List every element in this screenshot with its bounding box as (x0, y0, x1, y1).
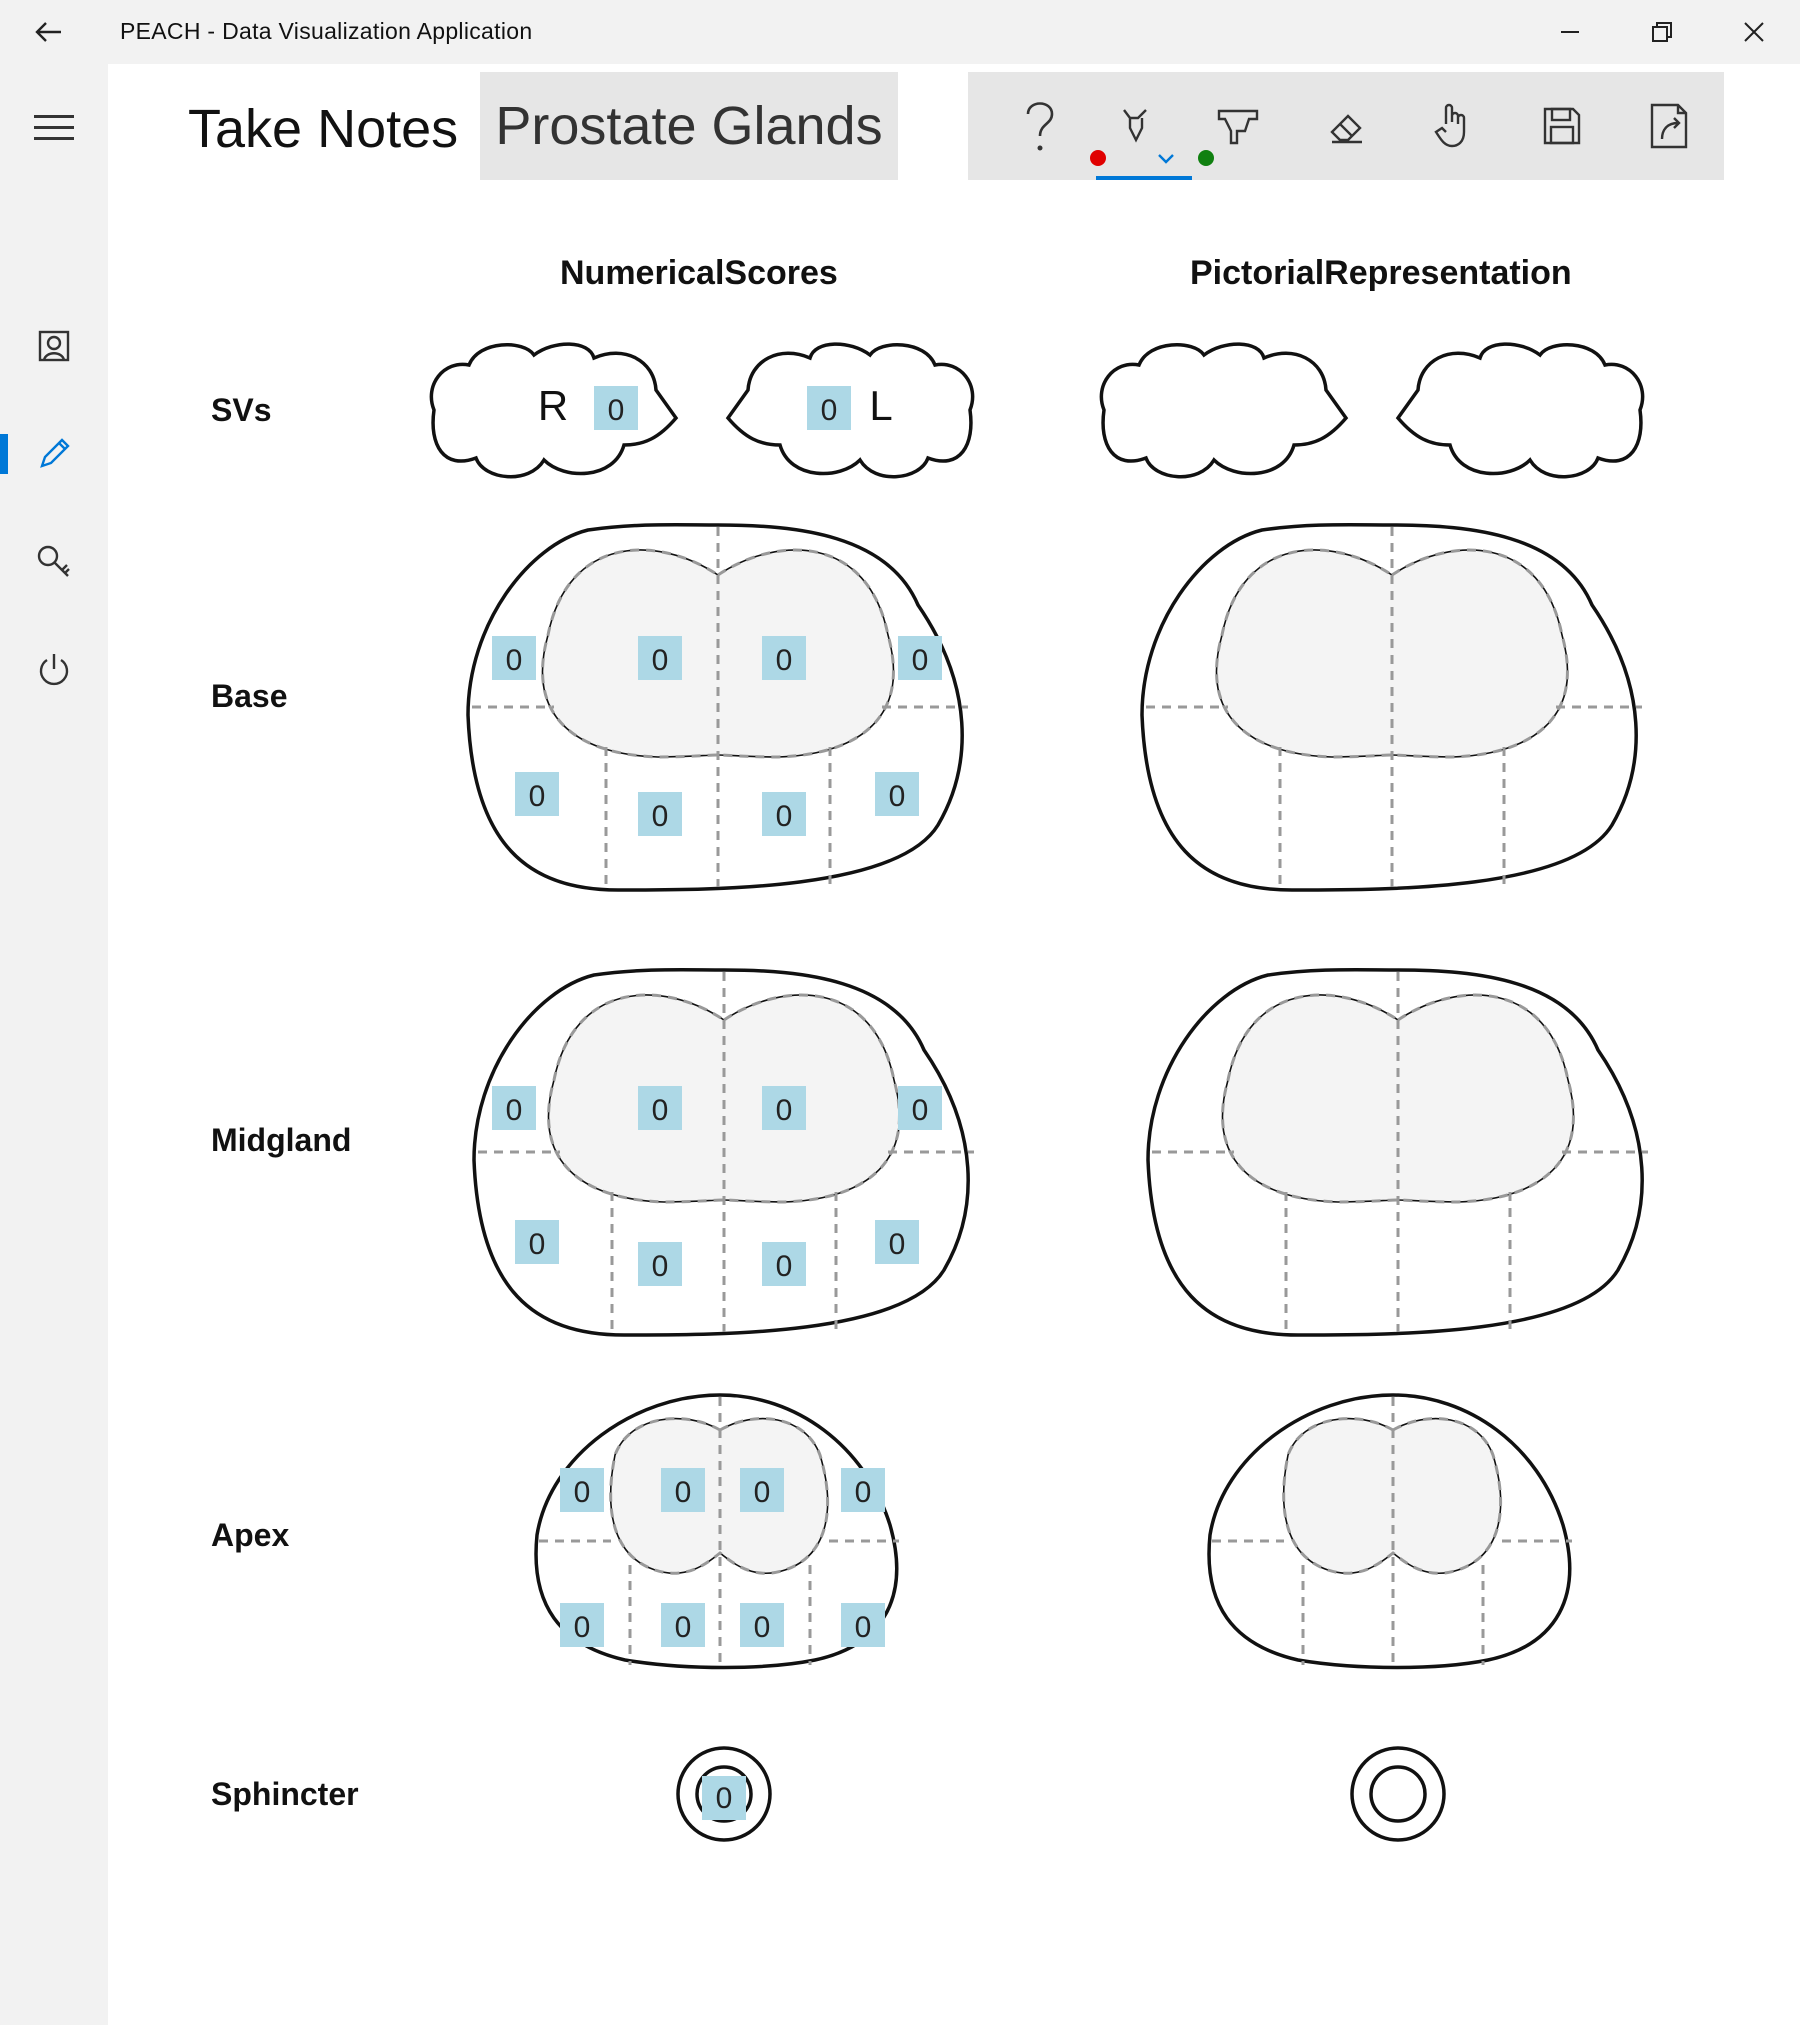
sv-left-pictorial (1396, 342, 1645, 479)
sv-right-pictorial (1099, 342, 1348, 479)
score-base-1[interactable]: 0 (506, 644, 523, 677)
midgland-gland-numerical (472, 967, 976, 1337)
score-base-2[interactable]: 0 (652, 644, 669, 677)
base-gland-pictorial (1140, 522, 1644, 892)
score-base-7[interactable]: 0 (776, 800, 793, 833)
score-midgland-6[interactable]: 0 (652, 1250, 669, 1283)
score-sphincter[interactable]: 0 (716, 1782, 733, 1815)
score-base-6[interactable]: 0 (652, 800, 669, 833)
score-midgland-2[interactable]: 0 (652, 1094, 669, 1127)
score-midgland-7[interactable]: 0 (776, 1250, 793, 1283)
score-base-5[interactable]: 0 (529, 780, 546, 813)
sv-left-score[interactable]: 0 (821, 394, 838, 427)
score-base-3[interactable]: 0 (776, 644, 793, 677)
score-apex-7[interactable]: 0 (754, 1611, 771, 1644)
score-apex-3[interactable]: 0 (754, 1476, 771, 1509)
base-gland-numerical (466, 522, 970, 892)
score-base-8[interactable]: 0 (889, 780, 906, 813)
score-apex-1[interactable]: 0 (574, 1476, 591, 1509)
score-apex-8[interactable]: 0 (855, 1611, 872, 1644)
midgland-gland-pictorial (1146, 967, 1650, 1337)
score-base-4[interactable]: 0 (912, 644, 929, 677)
sphincter-inner-pictorial (1369, 1765, 1427, 1823)
score-midgland-5[interactable]: 0 (529, 1228, 546, 1261)
score-midgland-3[interactable]: 0 (776, 1094, 793, 1127)
score-apex-5[interactable]: 0 (574, 1611, 591, 1644)
score-midgland-8[interactable]: 0 (889, 1228, 906, 1261)
score-midgland-1[interactable]: 0 (506, 1094, 523, 1127)
apex-gland-pictorial (1207, 1393, 1574, 1670)
score-midgland-4[interactable]: 0 (912, 1094, 929, 1127)
sv-right-score[interactable]: 0 (608, 394, 625, 427)
score-apex-4[interactable]: 0 (855, 1476, 872, 1509)
sv-right-label: R (538, 382, 568, 429)
score-apex-2[interactable]: 0 (675, 1476, 692, 1509)
score-apex-6[interactable]: 0 (675, 1611, 692, 1644)
sv-left-label: L (869, 382, 892, 429)
prostate-map: R 0 0 L 0 0 0 0 0 0 0 0 0 0 0 0 0 0 0 0 … (429, 342, 1650, 1842)
